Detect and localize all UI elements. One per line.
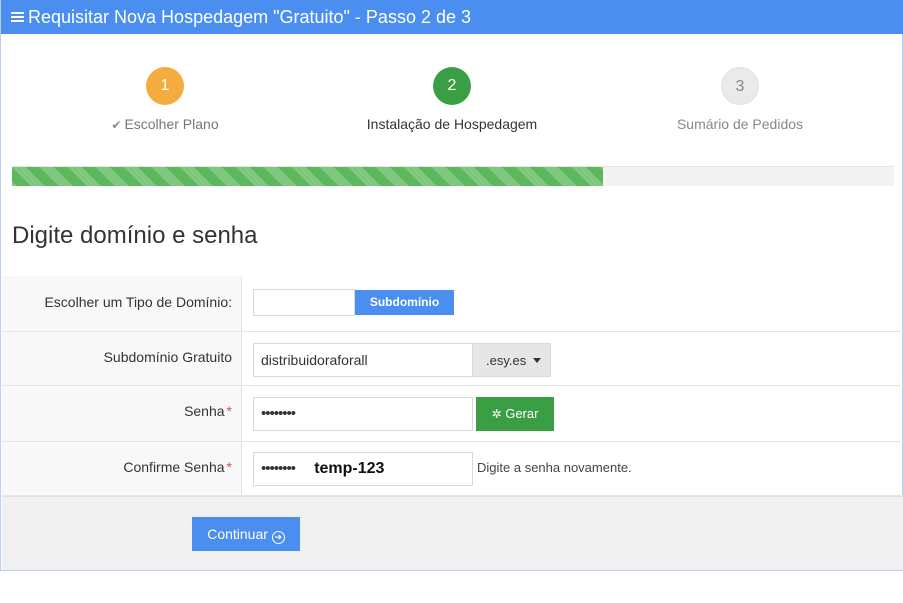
check-icon: ✔ bbox=[111, 118, 122, 132]
progress-fill bbox=[12, 167, 603, 186]
confirm-password-label: Confirme Senha * bbox=[2, 442, 242, 495]
confirm-help-text: Digite a senha novamente. bbox=[477, 460, 632, 475]
password-input[interactable]: •••••••• bbox=[253, 397, 473, 431]
step-number-2: 2 bbox=[433, 67, 471, 105]
step-order-summary: 3 Sumário de Pedidos bbox=[630, 67, 850, 132]
domain-suffix-dropdown[interactable]: .esy.es bbox=[472, 343, 551, 377]
subdomain-row: Subdomínio Gratuito distribuidoraforall … bbox=[2, 332, 903, 386]
arrow-circle-right-icon: ➔ bbox=[271, 531, 285, 544]
subdomain-button[interactable]: Subdomínio bbox=[355, 290, 454, 315]
page-title: Requisitar Nova Hospedagem "Gratuito" - … bbox=[28, 7, 472, 27]
confirm-password-value: •••••••• bbox=[261, 460, 296, 477]
form-footer: Continuar ➔ bbox=[2, 496, 903, 570]
progress-bar bbox=[12, 166, 894, 186]
order-panel: Requisitar Nova Hospedagem "Gratuito" - … bbox=[0, 0, 903, 571]
step-label-1: Escolher Plano bbox=[124, 116, 219, 132]
continue-label: Continuar bbox=[207, 526, 268, 542]
step-label-2: Instalação de Hospedagem bbox=[366, 116, 538, 132]
confirm-password-input[interactable]: •••••••• temp-123 bbox=[253, 452, 473, 486]
password-overlay-text: temp-123 bbox=[314, 460, 385, 477]
step-choose-plan[interactable]: 1 ✔ Escolher Plano bbox=[55, 67, 275, 132]
menu-icon bbox=[11, 12, 24, 22]
caret-down-icon bbox=[532, 358, 541, 363]
generate-password-button[interactable]: ✲ Gerar bbox=[476, 397, 554, 431]
domain-type-row: Escolher um Tipo de Domínio: Subdomínio bbox=[2, 276, 903, 332]
step-hosting-setup: 2 Instalação de Hospedagem bbox=[342, 67, 562, 132]
required-marker: * bbox=[226, 403, 232, 419]
password-row: Senha * •••••••• ✲ Gerar bbox=[2, 386, 903, 442]
confirm-password-row: Confirme Senha * •••••••• temp-123 Digite… bbox=[2, 442, 903, 496]
domain-suffix-value: .esy.es bbox=[486, 353, 527, 368]
step-number-1: 1 bbox=[146, 67, 184, 105]
panel-header: Requisitar Nova Hospedagem "Gratuito" - … bbox=[1, 0, 903, 34]
step-number-3: 3 bbox=[721, 67, 759, 105]
generate-label: Gerar bbox=[505, 406, 539, 421]
subdomain-label: Subdomínio Gratuito bbox=[2, 332, 242, 385]
step-label-3: Sumário de Pedidos bbox=[676, 116, 804, 132]
domain-type-field[interactable] bbox=[253, 289, 355, 316]
continue-button[interactable]: Continuar ➔ bbox=[192, 517, 300, 551]
gear-icon: ✲ bbox=[491, 407, 502, 421]
subdomain-input[interactable]: distribuidoraforall bbox=[253, 343, 473, 377]
domain-type-label: Escolher um Tipo de Domínio: bbox=[2, 276, 242, 331]
required-marker: * bbox=[226, 459, 232, 475]
section-title: Digite domínio e senha bbox=[12, 222, 258, 249]
password-label: Senha * bbox=[2, 386, 242, 441]
